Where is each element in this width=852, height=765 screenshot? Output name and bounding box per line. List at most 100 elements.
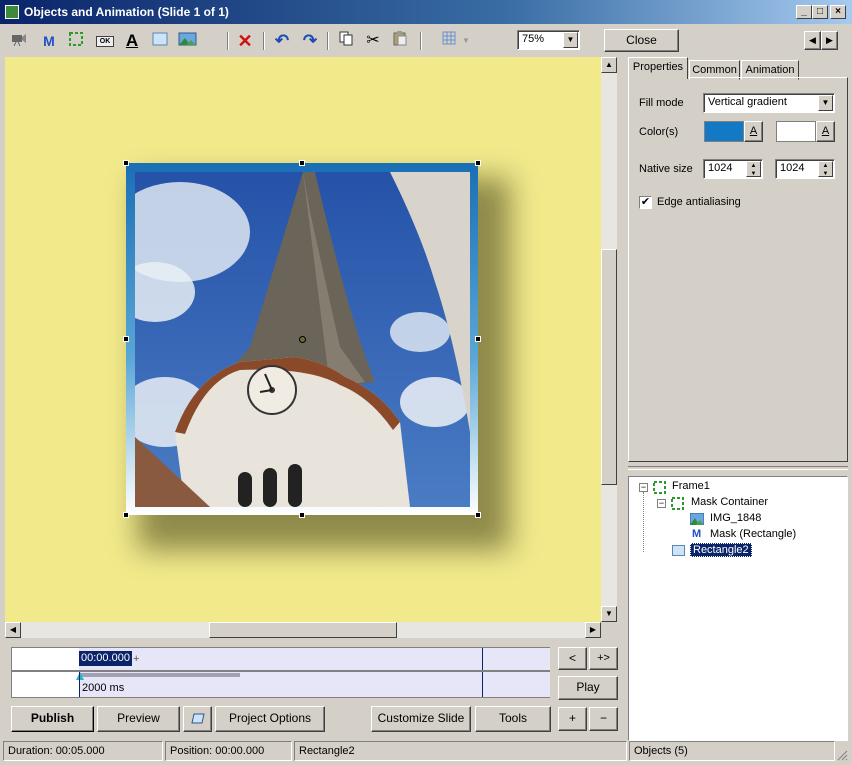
close-window-button[interactable]: ×: [830, 5, 846, 19]
horizontal-scrollbar[interactable]: ◀ ▶: [5, 622, 601, 638]
resize-handle[interactable]: [475, 160, 481, 166]
vertical-scrollbar[interactable]: ▲ ▼: [601, 57, 617, 622]
screen-icon: [190, 713, 205, 724]
grid-dropdown-icon[interactable]: ▼: [460, 30, 472, 52]
native-width-spinner[interactable]: 1024 ▲ ▼: [703, 159, 763, 179]
copy-icon[interactable]: [335, 30, 357, 52]
chevron-down-icon[interactable]: ▼: [818, 95, 833, 111]
resize-handle[interactable]: [123, 512, 129, 518]
publish-button-label: Publish: [30, 711, 75, 725]
native-width-value: 1024: [708, 162, 733, 174]
vertical-scroll-thumb[interactable]: [601, 249, 617, 485]
add-keyframe-after-label: +>: [597, 652, 610, 664]
tree-item-img-1848[interactable]: IMG_1848: [710, 512, 761, 524]
native-height-spinner[interactable]: 1024 ▲ ▼: [775, 159, 835, 179]
customize-slide-label: Customize Slide: [377, 711, 465, 725]
color-picker-button-1[interactable]: A: [744, 121, 763, 142]
add-frame-button[interactable]: [65, 30, 87, 52]
panel-splitter[interactable]: [628, 466, 848, 470]
scroll-up-icon[interactable]: ▲: [601, 57, 617, 73]
rotation-center-handle[interactable]: [299, 336, 306, 343]
add-button-button[interactable]: OK: [94, 30, 116, 52]
add-rectangle-button[interactable]: [149, 30, 171, 52]
paste-icon[interactable]: [389, 30, 411, 52]
tab-properties[interactable]: Properties: [628, 57, 688, 79]
color-swatch-2[interactable]: [776, 121, 816, 142]
grid-icon[interactable]: [438, 30, 460, 52]
color-swatch-1[interactable]: [704, 121, 744, 142]
spinner-arrows-icon[interactable]: ▲ ▼: [818, 161, 833, 177]
resize-handle[interactable]: [123, 160, 129, 166]
image-icon: [690, 513, 704, 525]
resize-handle[interactable]: [299, 512, 305, 518]
project-options-button[interactable]: Project Options: [215, 706, 325, 732]
fullscreen-preview-button[interactable]: [183, 706, 212, 732]
fill-mode-value: Vertical gradient: [708, 96, 787, 108]
remove-keyframe-label: −: [599, 711, 607, 725]
zoom-value: 75%: [522, 33, 545, 45]
timeline-track-bottom[interactable]: 2000 ms: [11, 671, 550, 698]
add-image-button[interactable]: [177, 30, 199, 52]
next-slide-button[interactable]: ▶: [821, 31, 838, 50]
fill-mode-label: Fill mode: [639, 97, 684, 109]
chevron-left-icon: ◀: [809, 35, 816, 45]
scroll-down-icon[interactable]: ▼: [601, 606, 617, 622]
scroll-left-icon[interactable]: ◀: [5, 622, 21, 638]
tree-item-mask-container[interactable]: Mask Container: [691, 496, 768, 508]
tree-item-mask-rectangle[interactable]: Mask (Rectangle): [710, 528, 796, 540]
add-text-button[interactable]: A: [121, 30, 143, 52]
add-keyframe-button[interactable]: +: [558, 707, 587, 731]
horizontal-scroll-thumb[interactable]: [209, 622, 397, 638]
customize-slide-button[interactable]: Customize Slide: [371, 706, 471, 732]
toolbar-separator: [227, 32, 229, 50]
play-button-label: Play: [576, 680, 600, 694]
spinner-arrows-icon[interactable]: ▲ ▼: [746, 161, 761, 177]
publish-button[interactable]: Publish: [11, 706, 94, 732]
tree-item-rectangle2[interactable]: Rectangle2: [690, 543, 752, 557]
timeline-range: [79, 648, 550, 670]
status-object-count: Objects (5): [629, 741, 835, 761]
fill-mode-select[interactable]: Vertical gradient ▼: [703, 93, 835, 113]
remove-keyframe-button[interactable]: −: [589, 707, 618, 731]
close-button-label: Close: [626, 33, 657, 47]
add-keyframe-label: +: [568, 711, 576, 725]
prev-keyframe-button[interactable]: <: [558, 647, 587, 670]
tools-button[interactable]: Tools: [475, 706, 551, 732]
edge-antialiasing-checkbox[interactable]: ✔: [639, 196, 652, 209]
add-keyframe-after-button[interactable]: +>: [589, 647, 618, 670]
chevron-down-icon[interactable]: ▼: [563, 32, 578, 48]
resize-handle[interactable]: [299, 160, 305, 166]
resize-handle[interactable]: [475, 512, 481, 518]
tree-line: [643, 492, 644, 552]
timeline-end-marker[interactable]: [482, 672, 483, 697]
timeline-position[interactable]: 00:00.000: [79, 651, 132, 666]
camera-icon[interactable]: [8, 30, 30, 52]
timeline-duration-bar[interactable]: [79, 673, 240, 677]
color-picker-button-2[interactable]: A: [816, 121, 835, 142]
maximize-button[interactable]: □: [812, 5, 828, 19]
edge-antialiasing-label: Edge antialiasing: [657, 196, 741, 208]
status-position: Position: 00:00.000: [165, 741, 292, 761]
close-button[interactable]: Close: [604, 29, 679, 52]
scroll-right-icon[interactable]: ▶: [585, 622, 601, 638]
add-mask-button[interactable]: M: [38, 30, 60, 52]
play-button[interactable]: Play: [558, 676, 618, 700]
timeline-track-top[interactable]: 00:00.000 +: [11, 647, 550, 671]
collapse-icon[interactable]: −: [657, 499, 666, 508]
redo-icon[interactable]: ↷: [299, 30, 321, 52]
resize-handle[interactable]: [123, 336, 129, 342]
delete-icon[interactable]: ✕: [234, 30, 256, 52]
undo-icon[interactable]: ↶: [271, 30, 293, 52]
minimize-button[interactable]: _: [796, 5, 812, 19]
collapse-icon[interactable]: −: [639, 483, 648, 492]
timeline-end-marker[interactable]: [482, 648, 483, 670]
zoom-select[interactable]: 75% ▼: [517, 30, 580, 50]
cut-icon[interactable]: ✂: [362, 30, 384, 52]
resize-grip-icon[interactable]: [836, 749, 848, 761]
resize-handle[interactable]: [475, 336, 481, 342]
prev-slide-button[interactable]: ◀: [804, 31, 821, 50]
preview-button[interactable]: Preview: [97, 706, 180, 732]
keyframe-marker-icon[interactable]: [76, 672, 84, 680]
colors-label: Color(s): [639, 126, 679, 138]
tree-item-frame1[interactable]: Frame1: [672, 480, 710, 492]
